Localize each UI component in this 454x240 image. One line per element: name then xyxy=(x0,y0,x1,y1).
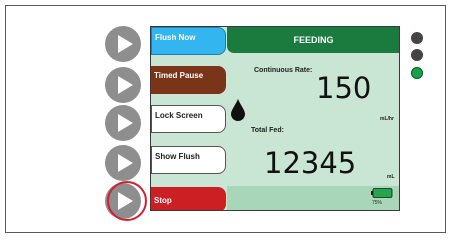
continuous-rate-label: Continuous Rate: xyxy=(254,67,313,74)
play-button-2[interactable] xyxy=(105,67,141,103)
play-button-5[interactable] xyxy=(105,183,141,219)
drop-icon xyxy=(231,99,245,121)
battery-icon xyxy=(371,188,393,198)
total-unit: mL xyxy=(387,174,395,180)
total-fed-label: Total Fed: xyxy=(251,127,284,134)
rate-unit: mL/hr xyxy=(380,116,394,122)
indicator-led-2 xyxy=(411,49,423,61)
lock-screen-label: Lock Screen xyxy=(155,111,203,120)
show-flush-label: Show Flush xyxy=(155,152,200,161)
flush-now-button[interactable]: Flush Now xyxy=(151,27,226,55)
pump-screen: Flush Now Timed Pause Lock Screen Show F… xyxy=(150,26,400,211)
stop-button[interactable]: Stop xyxy=(151,187,226,210)
status-header: FEEDING xyxy=(227,27,399,53)
flush-now-label: Flush Now xyxy=(155,33,196,42)
battery-percent: 75% xyxy=(372,200,383,206)
indicator-led-3 xyxy=(411,67,423,79)
timed-pause-label: Timed Pause xyxy=(154,71,204,80)
continuous-rate-value: 150 xyxy=(316,71,372,105)
indicator-led-1 xyxy=(411,32,423,44)
lock-screen-button[interactable]: Lock Screen xyxy=(151,105,226,133)
play-button-3[interactable] xyxy=(105,105,141,141)
show-flush-button[interactable]: Show Flush xyxy=(151,146,226,174)
total-fed-value: 12345 xyxy=(264,146,357,180)
play-button-1[interactable] xyxy=(105,26,141,62)
play-button-4[interactable] xyxy=(105,145,141,181)
timed-pause-button[interactable]: Timed Pause xyxy=(151,66,226,94)
stop-label: Stop xyxy=(154,196,172,205)
feeding-status-title: FEEDING xyxy=(293,35,334,45)
